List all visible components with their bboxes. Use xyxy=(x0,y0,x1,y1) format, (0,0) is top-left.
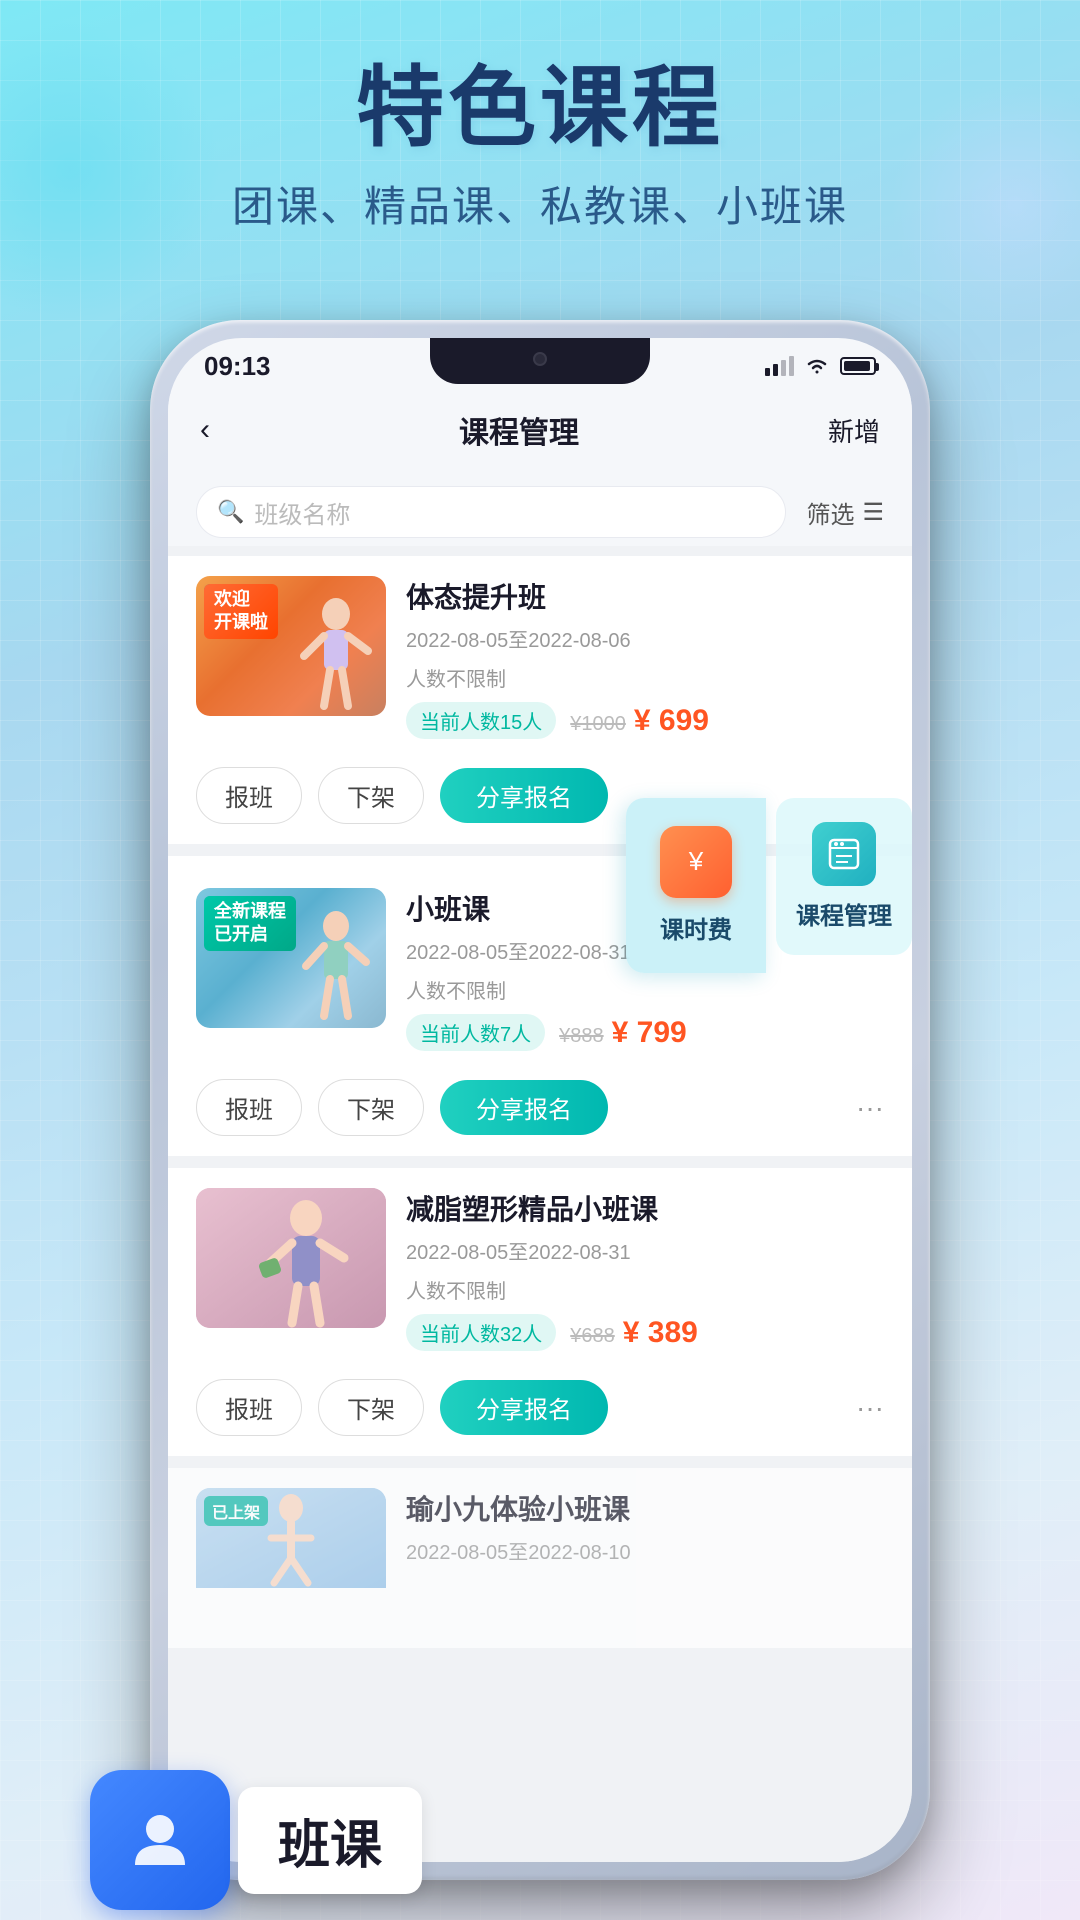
people-badge-3: 当前人数32人 xyxy=(406,1314,556,1351)
lesson-fee-label: 课时费 xyxy=(660,910,732,945)
course-thumb-1: 已上架 欢迎 开课啦 xyxy=(196,576,386,716)
signal-bar-4 xyxy=(789,356,794,376)
status-time: 09:13 xyxy=(204,351,271,382)
price-section-2: ¥888 ¥ 799 xyxy=(559,1016,687,1050)
main-title: 特色课程 xyxy=(0,60,1080,157)
wifi-icon xyxy=(804,356,830,376)
thumb-promo-1: 欢迎 开课啦 xyxy=(204,584,278,639)
course-card-4-inner: 已上架 瑜小九体验小班课 2022-08-05至2022-08-10 xyxy=(196,1488,884,1628)
price-original-1: ¥1000 xyxy=(570,713,626,736)
course-info-3: 减脂塑形精品小班课 2022-08-05至2022-08-31 人数不限制 当前… xyxy=(406,1188,884,1361)
register-btn-1[interactable]: 报班 xyxy=(196,767,302,824)
svg-text:¥: ¥ xyxy=(688,846,704,876)
course-card-1-inner: 已上架 欢迎 开课啦 体态提升班 2022-08-05至2022-08-06 人… xyxy=(196,576,884,749)
no-limit-1: 人数不限制 xyxy=(406,663,506,692)
course-name-4: 瑜小九体验小班课 xyxy=(406,1488,884,1528)
status-badge-4: 已上架 xyxy=(204,1496,268,1526)
course-meta-2: 人数不限制 xyxy=(406,975,884,1004)
people-badge-1: 当前人数15人 xyxy=(406,702,556,739)
search-box[interactable]: 🔍 班级名称 xyxy=(196,486,786,538)
course-thumb-4: 已上架 xyxy=(196,1488,386,1628)
takedown-btn-2[interactable]: 下架 xyxy=(318,1079,424,1136)
signal-bar-3 xyxy=(781,360,786,376)
share-btn-1[interactable]: 分享报名 xyxy=(440,768,608,823)
thumb-promo-2: 全新课程 已开启 xyxy=(204,896,296,951)
lesson-fee-card[interactable]: ¥ 课时费 xyxy=(626,798,766,973)
people-badge-2: 当前人数7人 xyxy=(406,1014,545,1051)
course-date-3: 2022-08-05至2022-08-31 xyxy=(406,1236,884,1265)
price-current-2: ¥ 799 xyxy=(612,1016,687,1050)
course-date-1: 2022-08-05至2022-08-06 xyxy=(406,624,884,653)
search-section: 🔍 班级名称 筛选 ☰ xyxy=(168,478,912,546)
takedown-btn-1[interactable]: 下架 xyxy=(318,767,424,824)
header-section: 特色课程 团课、精品课、私教课、小班课 xyxy=(0,60,1080,234)
price-current-1: ¥ 699 xyxy=(634,704,709,738)
lesson-fee-icon: ¥ xyxy=(660,826,732,898)
phone-camera xyxy=(533,352,547,366)
course-card-4: 已上架 瑜小九体验小班课 2022-08-05至2022-08-10 xyxy=(168,1468,912,1648)
price-section-1: ¥1000 ¥ 699 xyxy=(570,704,709,738)
no-limit-3: 人数不限制 xyxy=(406,1275,506,1304)
more-btn-2[interactable]: ··· xyxy=(856,1092,884,1124)
course-thumb-2: 已上架 全新课程 已开启 xyxy=(196,888,386,1028)
course-info-4: 瑜小九体验小班课 2022-08-05至2022-08-10 xyxy=(406,1488,884,1575)
app-bar: ‹ 课程管理 新增 xyxy=(168,394,912,466)
search-icon: 🔍 xyxy=(217,499,244,525)
course-card-3-inner: 减脂塑形精品小班课 2022-08-05至2022-08-31 人数不限制 当前… xyxy=(196,1188,884,1361)
signal-icon xyxy=(765,356,794,376)
share-btn-2[interactable]: 分享报名 xyxy=(440,1080,608,1135)
course-thumb-img-3 xyxy=(196,1188,386,1328)
overlay-panel: ¥ 课时费 xyxy=(626,798,912,973)
price-original-3: ¥688 xyxy=(570,1325,615,1348)
share-btn-3[interactable]: 分享报名 xyxy=(440,1380,608,1435)
phone-notch xyxy=(430,338,650,384)
back-button[interactable]: ‹ xyxy=(200,413,210,447)
signal-bar-1 xyxy=(765,368,770,376)
register-btn-3[interactable]: 报班 xyxy=(196,1379,302,1436)
course-name-1: 体态提升班 xyxy=(406,576,884,616)
filter-icon: ☰ xyxy=(862,498,884,527)
status-icons xyxy=(765,356,876,376)
search-input[interactable]: 班级名称 xyxy=(254,495,350,530)
phone-wrapper: 09:13 xyxy=(150,320,930,1880)
course-meta-1: 人数不限制 xyxy=(406,663,884,692)
sub-title: 团课、精品课、私教课、小班课 xyxy=(0,173,1080,234)
price-original-2: ¥888 xyxy=(559,1025,604,1048)
card-actions-2: 报班 下架 分享报名 ··· xyxy=(196,1079,884,1136)
register-btn-2[interactable]: 报班 xyxy=(196,1079,302,1136)
price-section-3: ¥688 ¥ 389 xyxy=(570,1316,698,1350)
course-mgmt-label: 课程管理 xyxy=(796,896,892,931)
course-thumb-3 xyxy=(196,1188,386,1328)
course-meta-1b: 当前人数15人 ¥1000 ¥ 699 xyxy=(406,702,884,739)
course-mgmt-icon xyxy=(812,822,876,886)
takedown-btn-3[interactable]: 下架 xyxy=(318,1379,424,1436)
class-label-card: 班课 xyxy=(238,1787,422,1894)
course-mgmt-card[interactable]: 课程管理 xyxy=(776,798,912,955)
course-meta-3b: 当前人数32人 ¥688 ¥ 389 xyxy=(406,1314,884,1351)
card-actions-3: 报班 下架 分享报名 ··· xyxy=(196,1379,884,1436)
filter-button[interactable]: 筛选 ☰ xyxy=(806,495,884,530)
course-name-3: 减脂塑形精品小班课 xyxy=(406,1188,884,1228)
price-current-3: ¥ 389 xyxy=(623,1316,698,1350)
phone-screen: 09:13 xyxy=(168,338,912,1862)
course-meta-2b: 当前人数7人 ¥888 ¥ 799 xyxy=(406,1014,884,1051)
course-date-4: 2022-08-05至2022-08-10 xyxy=(406,1536,884,1565)
user-icon-button[interactable] xyxy=(90,1770,230,1910)
more-btn-3[interactable]: ··· xyxy=(856,1392,884,1424)
class-label-text: 班课 xyxy=(278,1817,382,1875)
page-title: 课程管理 xyxy=(459,408,579,452)
no-limit-2: 人数不限制 xyxy=(406,975,506,1004)
signal-bar-2 xyxy=(773,364,778,376)
phone-shell: 09:13 xyxy=(150,320,930,1880)
course-meta-3: 人数不限制 xyxy=(406,1275,884,1304)
battery-fill xyxy=(844,361,870,371)
bottom-section: 班课 xyxy=(90,1770,422,1910)
course-list: 已上架 欢迎 开课啦 体态提升班 2022-08-05至2022-08-06 人… xyxy=(168,546,912,1862)
add-button[interactable]: 新增 xyxy=(828,412,880,449)
course-info-1: 体态提升班 2022-08-05至2022-08-06 人数不限制 当前人数15… xyxy=(406,576,884,749)
course-card-3: 减脂塑形精品小班课 2022-08-05至2022-08-31 人数不限制 当前… xyxy=(168,1168,912,1456)
battery-icon xyxy=(840,357,876,375)
